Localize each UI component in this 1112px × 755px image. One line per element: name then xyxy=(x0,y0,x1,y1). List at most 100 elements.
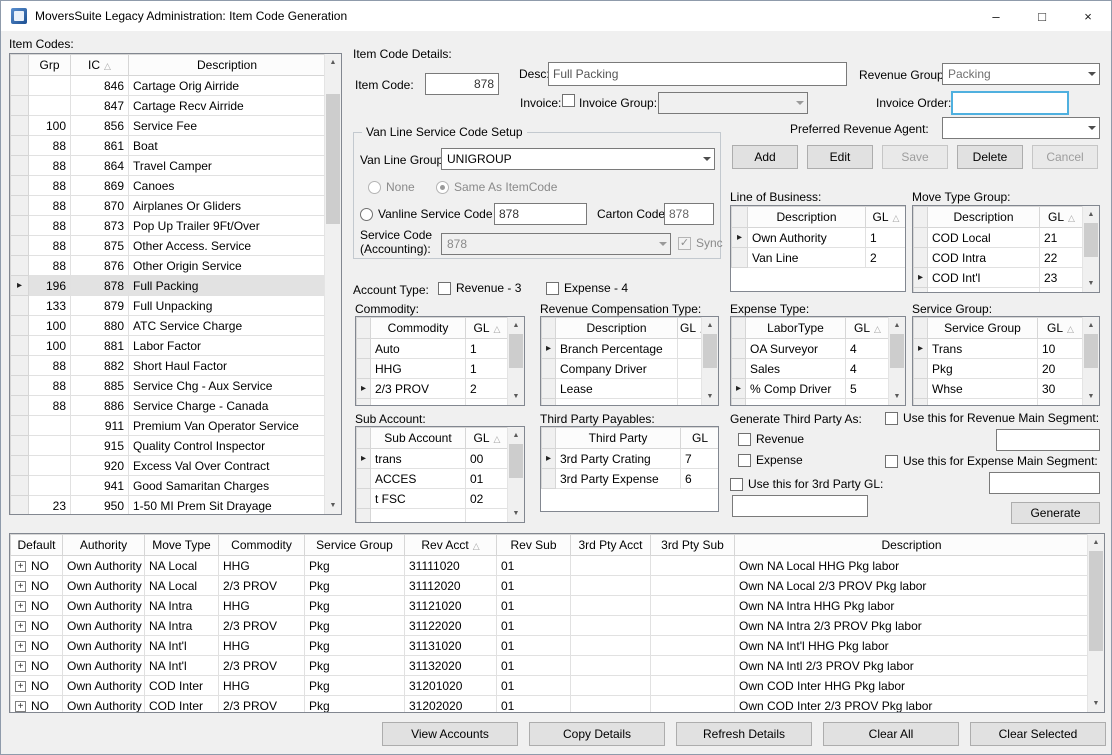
invoice-group-combo[interactable] xyxy=(658,92,808,114)
scroll-down-icon[interactable] xyxy=(508,505,524,522)
cell[interactable]: 31112020 xyxy=(405,576,497,596)
cell[interactable]: +NO xyxy=(11,596,63,616)
cell[interactable]: Whse xyxy=(928,379,1038,399)
description-column-header[interactable]: Description xyxy=(735,535,1089,556)
cell[interactable]: Travel Camper xyxy=(129,156,326,176)
use-expense-main-segment-checkbox[interactable]: Use this for Expense Main Segment: xyxy=(885,454,1098,468)
cell[interactable]: Quality Control Inspector xyxy=(129,436,326,456)
checkbox-icon[interactable] xyxy=(562,94,575,107)
revenue-group-combo[interactable]: Packing xyxy=(942,63,1100,85)
row-marker[interactable] xyxy=(914,359,928,379)
table-row[interactable]: 239501-50 MI Prem Sit Drayage xyxy=(11,496,326,516)
delete-button[interactable]: Delete xyxy=(957,145,1023,169)
move-type-column-header[interactable]: Move Type xyxy=(145,535,219,556)
cell[interactable]: 1-50 MI Prem Sit Drayage xyxy=(129,496,326,516)
row-marker[interactable] xyxy=(11,356,29,376)
cell[interactable]: Pkg xyxy=(305,596,405,616)
cell[interactable]: Other Access. Service xyxy=(129,236,326,256)
table-row[interactable]: 88861Boat xyxy=(11,136,326,156)
service-group-column-header[interactable]: Service Group xyxy=(305,535,405,556)
cell[interactable]: 869 xyxy=(71,176,129,196)
cell[interactable] xyxy=(571,676,651,696)
row-marker[interactable] xyxy=(914,379,928,399)
cell[interactable]: t FSC xyxy=(371,489,466,509)
cell[interactable]: 01 xyxy=(497,616,571,636)
cell[interactable]: 88 xyxy=(29,216,71,236)
expand-icon[interactable]: + xyxy=(15,581,26,592)
cell[interactable]: Own Authority xyxy=(63,696,145,714)
cell[interactable]: 864 xyxy=(71,156,129,176)
table-row[interactable]: OA Surveyor4 xyxy=(732,339,890,359)
table-row[interactable]: Van Line2 xyxy=(732,248,907,268)
cell[interactable]: +NO xyxy=(11,576,63,596)
cell[interactable] xyxy=(556,399,678,407)
cell[interactable] xyxy=(29,96,71,116)
table-row[interactable]: 88864Travel Camper xyxy=(11,156,326,176)
chevron-down-icon[interactable] xyxy=(1084,64,1099,84)
cell[interactable]: 941 xyxy=(71,476,129,496)
row-marker[interactable] xyxy=(357,359,371,379)
scroll-down-icon[interactable] xyxy=(702,388,718,405)
table-row[interactable]: 88882Short Haul Factor xyxy=(11,356,326,376)
row-marker[interactable] xyxy=(732,359,746,379)
row-marker[interactable] xyxy=(11,476,29,496)
cell[interactable]: 879 xyxy=(71,296,129,316)
cell[interactable]: Own Authority xyxy=(63,616,145,636)
row-marker[interactable] xyxy=(11,436,29,456)
move-type-group-scrollbar[interactable] xyxy=(1082,206,1099,292)
cell[interactable] xyxy=(678,399,703,407)
row-marker[interactable] xyxy=(11,376,29,396)
cell[interactable]: Own Authority xyxy=(748,228,866,248)
cell[interactable]: 950 xyxy=(71,496,129,516)
cell[interactable] xyxy=(29,436,71,456)
table-row[interactable] xyxy=(542,399,703,407)
cell[interactable]: 2/3 PROV xyxy=(219,696,305,714)
save-button[interactable]: Save xyxy=(882,145,948,169)
cell[interactable] xyxy=(1040,288,1084,294)
gl-column-header[interactable]: GL△ xyxy=(466,318,509,339)
cell[interactable]: 2/3 PROV xyxy=(219,616,305,636)
cell[interactable]: 133 xyxy=(29,296,71,316)
cell[interactable]: 847 xyxy=(71,96,129,116)
cell[interactable]: Own NA Intl 2/3 PROV Pkg labor xyxy=(735,656,1089,676)
desc-input[interactable] xyxy=(548,62,847,86)
table-row[interactable]: 920Excess Val Over Contract xyxy=(11,456,326,476)
cell[interactable]: 880 xyxy=(71,316,129,336)
checkbox-icon[interactable] xyxy=(730,478,743,491)
table-row[interactable]: +NOOwn AuthorityCOD InterHHGPkg312010200… xyxy=(11,676,1089,696)
cell[interactable]: Own Authority xyxy=(63,576,145,596)
commodity-column-header[interactable]: Commodity xyxy=(371,318,466,339)
cell[interactable]: 2/3 PROV xyxy=(219,576,305,596)
cell[interactable]: 30 xyxy=(1038,379,1084,399)
description-column-header[interactable]: Description xyxy=(129,55,326,76)
cell[interactable]: Auto xyxy=(371,339,466,359)
scroll-up-icon[interactable] xyxy=(508,427,524,444)
vanline-service-code-input[interactable] xyxy=(494,203,587,225)
cell[interactable]: Labor Factor xyxy=(129,336,326,356)
scroll-up-icon[interactable] xyxy=(508,317,524,334)
cell[interactable]: Pkg xyxy=(305,636,405,656)
cell[interactable]: COD Local xyxy=(928,228,1040,248)
revenue-compensation-type-scrollbar[interactable] xyxy=(701,317,718,405)
cell[interactable]: 88 xyxy=(29,156,71,176)
sub-account-scrollbar[interactable] xyxy=(507,427,524,522)
cell[interactable]: Pkg xyxy=(928,359,1038,379)
row-marker[interactable] xyxy=(542,399,556,407)
cell[interactable] xyxy=(651,656,735,676)
cell[interactable]: 876 xyxy=(71,256,129,276)
row-marker[interactable] xyxy=(542,379,556,399)
table-row[interactable]: +NOOwn AuthorityNA Int'l2/3 PROVPkg31132… xyxy=(11,656,1089,676)
cell[interactable]: % Comp Driver xyxy=(746,379,846,399)
scroll-down-icon[interactable] xyxy=(1088,695,1104,712)
row-marker[interactable]: ▸ xyxy=(357,449,371,469)
rev-acct-column-header[interactable]: Rev Acct△ xyxy=(405,535,497,556)
cell[interactable]: Cartage Recv Airride xyxy=(129,96,326,116)
row-marker[interactable]: ▸ xyxy=(732,379,746,399)
expand-icon[interactable]: + xyxy=(15,601,26,612)
row-marker[interactable] xyxy=(11,456,29,476)
chevron-down-icon[interactable] xyxy=(699,149,714,169)
cell[interactable]: Short Haul Factor xyxy=(129,356,326,376)
cell[interactable]: NA Local xyxy=(145,576,219,596)
third-party-gl-input[interactable] xyxy=(732,495,868,517)
cell[interactable] xyxy=(651,576,735,596)
